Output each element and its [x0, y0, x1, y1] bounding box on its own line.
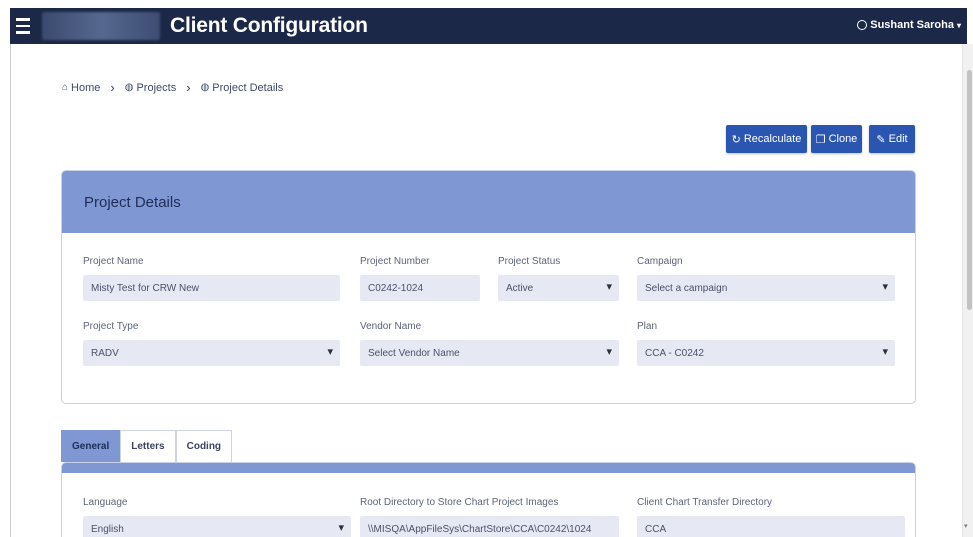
top-navbar: Client Configuration Sushant Saroha ▾: [10, 8, 967, 44]
plan-label: Plan: [637, 321, 658, 332]
project-name-label: Project Name: [83, 256, 144, 267]
project-status-label: Project Status: [498, 256, 561, 267]
edit-button[interactable]: ✎ Edit: [869, 125, 915, 153]
transfer-directory-input[interactable]: CCA: [637, 516, 905, 537]
edit-label: Edit: [888, 133, 908, 145]
breadcrumb-project-details[interactable]: ◍ Project Details: [201, 82, 284, 94]
vendor-name-select[interactable]: Select Vendor Name: [360, 340, 619, 366]
copy-icon: ❐: [815, 133, 826, 146]
user-icon: [857, 20, 868, 30]
transfer-directory-label: Client Chart Transfer Directory: [637, 497, 773, 508]
app-title: Client Configuration: [170, 14, 368, 37]
pencil-icon: ✎: [876, 133, 886, 146]
breadcrumb-home[interactable]: ⌂ Home: [62, 82, 100, 94]
user-name: Sushant Saroha: [870, 19, 954, 31]
chevron-right-icon: ›: [110, 80, 115, 95]
project-number-input[interactable]: C0242-1024: [360, 275, 480, 301]
project-type-select[interactable]: RADV: [83, 340, 340, 366]
scrollbar-thumb[interactable]: [967, 70, 972, 310]
clone-button[interactable]: ❐ Clone: [811, 125, 862, 153]
hamburger-menu-icon[interactable]: [10, 8, 36, 44]
chevron-down-icon: ▾: [956, 20, 961, 30]
project-status-select[interactable]: Active: [498, 275, 619, 301]
tab-general[interactable]: General: [61, 430, 121, 462]
project-name-input[interactable]: Misty Test for CRW New: [83, 275, 340, 301]
globe-icon: ◍: [124, 82, 134, 93]
plan-select[interactable]: CCA - C0242: [637, 340, 895, 366]
user-menu[interactable]: Sushant Saroha ▾: [857, 19, 961, 31]
project-details-header: Project Details: [62, 171, 915, 233]
globe-icon: ◍: [200, 82, 210, 93]
breadcrumb-home-label: Home: [71, 81, 101, 94]
tab-letters[interactable]: Letters: [120, 430, 176, 462]
recalculate-button[interactable]: ↻ Recalculate: [726, 125, 807, 153]
refresh-icon: ↻: [731, 133, 741, 146]
project-details-card: Project Details Project Name Misty Test …: [61, 170, 916, 404]
home-icon: ⌂: [62, 82, 69, 93]
vendor-name-label: Vendor Name: [360, 321, 422, 332]
tab-bar: General Letters Coding: [61, 430, 233, 462]
campaign-label: Campaign: [637, 256, 683, 267]
breadcrumb-projects-label: Projects: [136, 81, 177, 94]
panel-header-strip: [62, 463, 915, 473]
company-logo: [42, 12, 160, 40]
breadcrumb: ⌂ Home › ◍ Projects › ◍ Project Details: [62, 80, 283, 95]
breadcrumb-project-details-label: Project Details: [212, 81, 284, 94]
chevron-right-icon: ›: [186, 80, 191, 95]
project-type-label: Project Type: [83, 321, 139, 332]
campaign-select[interactable]: Select a campaign: [637, 275, 895, 301]
clone-label: Clone: [828, 133, 858, 145]
language-label: Language: [83, 497, 128, 508]
root-directory-label: Root Directory to Store Chart Project Im…: [360, 497, 559, 508]
project-number-label: Project Number: [360, 256, 430, 267]
language-select[interactable]: English: [83, 516, 351, 537]
frame-border: [10, 44, 11, 537]
breadcrumb-projects[interactable]: ◍ Projects: [125, 82, 176, 94]
tab-coding[interactable]: Coding: [175, 430, 233, 462]
section-title: Project Details: [84, 193, 181, 211]
scroll-down-arrow-icon[interactable]: ▾: [964, 522, 968, 530]
recalculate-label: Recalculate: [743, 133, 802, 145]
root-directory-input[interactable]: \\MISQA\AppFileSys\ChartStore\CCA\C0242\…: [360, 516, 619, 537]
general-tab-panel: Language English Root Directory to Store…: [61, 462, 916, 537]
